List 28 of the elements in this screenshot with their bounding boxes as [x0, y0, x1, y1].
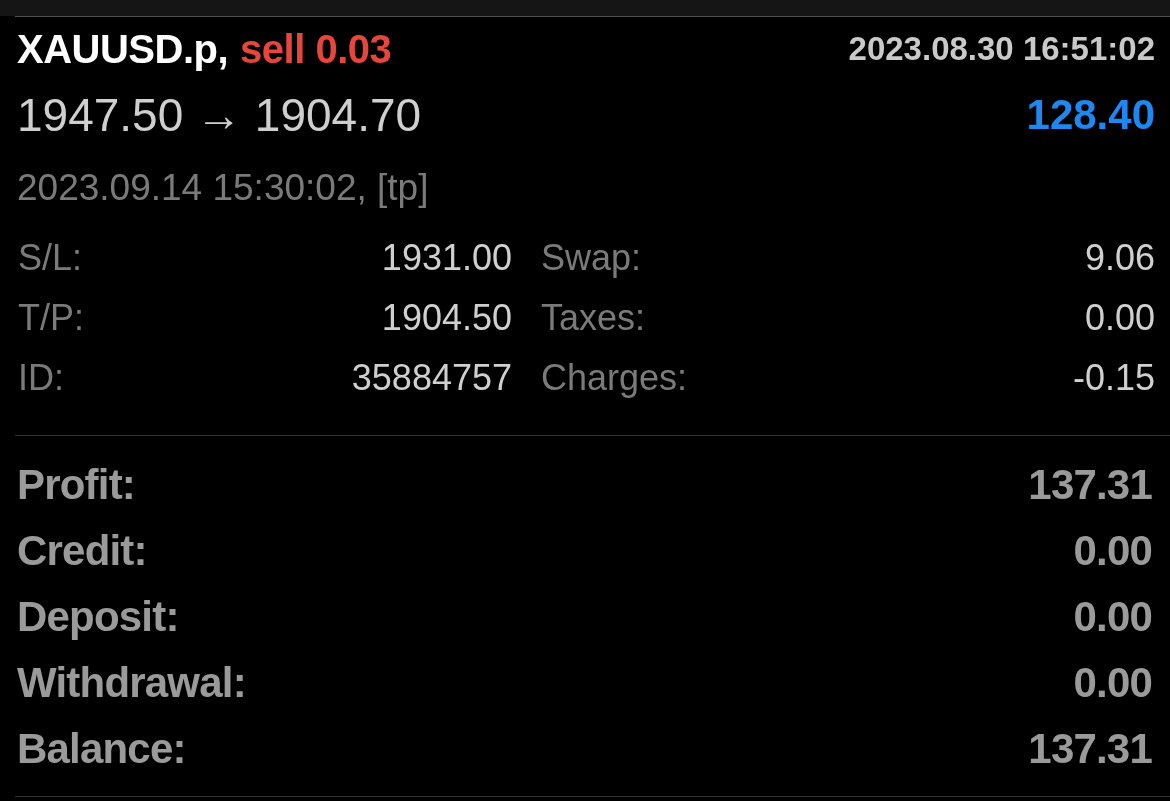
detail-label: Taxes: [541, 297, 646, 339]
detail-label: Charges: [541, 357, 688, 399]
price-change: 1947.50 → 1904.70 [17, 88, 422, 142]
detail-value: 1931.00 [381, 237, 512, 279]
summary-label: Profit: [17, 461, 136, 509]
detail-value: 35884757 [351, 357, 512, 399]
profit-value: 128.40 [1026, 91, 1155, 139]
detail-value: 1904.50 [381, 297, 512, 339]
detail-label: T/P: [18, 297, 84, 339]
summary-value: 137.31 [1028, 461, 1152, 509]
summary-value: 0.00 [1073, 593, 1152, 641]
detail-value: 9.06 [1084, 237, 1155, 279]
open-time: 2023.08.30 16:51:02 [848, 30, 1155, 68]
symbol-label: XAUUSD.p, [17, 26, 229, 72]
order-type-label: sell 0.03 [240, 26, 392, 72]
detail-value: -0.15 [1072, 357, 1155, 399]
summary-value: 0.00 [1073, 659, 1152, 707]
summary-label: Balance: [17, 725, 186, 773]
detail-label: ID: [18, 357, 64, 399]
detail-label: Swap: [541, 237, 642, 279]
summary-label: Credit: [17, 527, 147, 575]
detail-label: S/L: [18, 237, 83, 279]
summary-value: 0.00 [1073, 527, 1152, 575]
summary-label: Deposit: [17, 593, 179, 641]
summary-value: 137.31 [1028, 725, 1152, 773]
close-time: 2023.09.14 15:30:02, [tp] [17, 167, 429, 209]
detail-value: 0.00 [1084, 297, 1155, 339]
summary-label: Withdrawal: [17, 659, 246, 707]
